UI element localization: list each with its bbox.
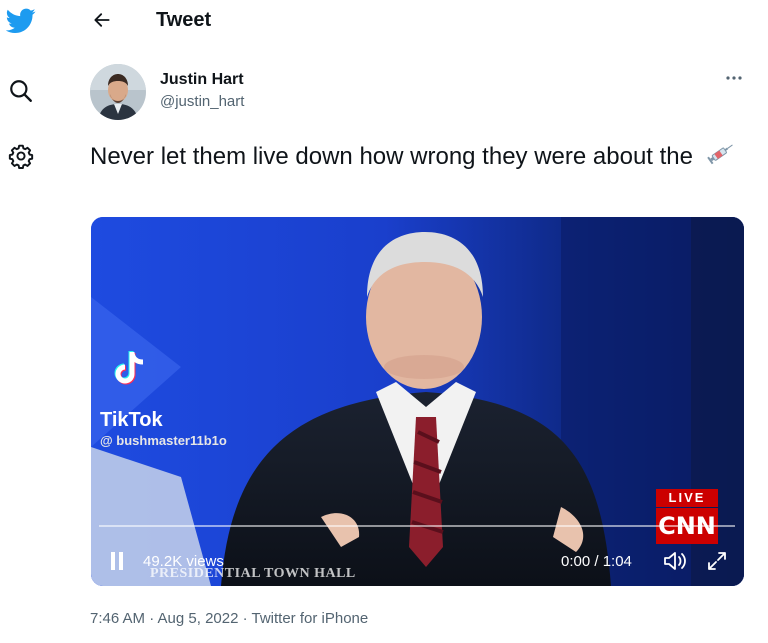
tweet-body: Never let them live down how wrong they … xyxy=(90,143,693,170)
event-banner: PRESIDENTIAL TOWN HALL xyxy=(150,566,356,581)
live-badge: LIVE xyxy=(656,489,718,507)
tiktok-logo-icon xyxy=(113,350,147,393)
more-options-icon[interactable] xyxy=(722,66,746,90)
fullscreen-icon[interactable] xyxy=(706,550,728,572)
avatar[interactable] xyxy=(90,64,146,120)
search-icon[interactable] xyxy=(6,76,36,106)
volume-muted-icon[interactable] xyxy=(662,549,688,573)
settings-gear-icon[interactable] xyxy=(6,141,36,171)
tiktok-app-name: TikTok xyxy=(100,409,163,431)
video-player[interactable] xyxy=(91,217,744,586)
syringe-icon xyxy=(706,141,736,174)
tweet-meta[interactable]: 7:46 AM · Aug 5, 2022 · Twitter for iPho… xyxy=(90,609,368,629)
tiktok-handle: @ bushmaster11b1o xyxy=(100,433,227,448)
author-handle[interactable]: @justin_hart xyxy=(160,92,244,112)
author-name[interactable]: Justin Hart xyxy=(160,70,244,90)
tiktok-watermark: TikTok @ bushmaster11b1o xyxy=(100,408,227,450)
pause-icon[interactable] xyxy=(110,551,124,571)
tweet-text: Never let them live down how wrong they … xyxy=(90,141,750,174)
video-time: 0:00 / 1:04 xyxy=(561,553,632,570)
video-progress-bar[interactable] xyxy=(99,525,735,527)
page-title: Tweet xyxy=(156,9,212,31)
back-arrow-icon[interactable] xyxy=(88,6,116,34)
twitter-logo-icon[interactable] xyxy=(6,6,36,36)
